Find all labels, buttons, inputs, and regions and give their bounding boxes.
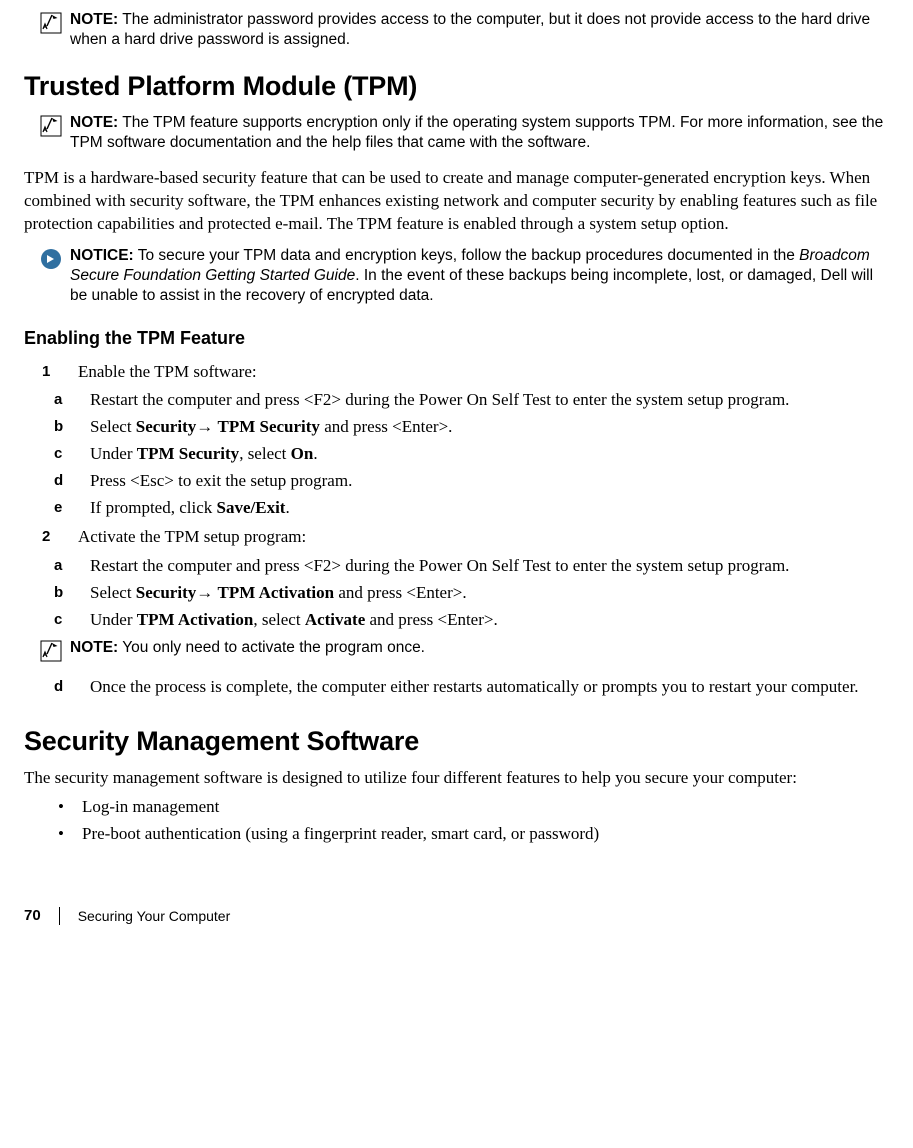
note-label: NOTE: (70, 639, 118, 656)
substep-1c: c Under TPM Security, select On. (54, 443, 889, 466)
sub-body: Select Security→ TPM Security and press … (90, 416, 889, 439)
bullet-item: • Log-in management (58, 796, 889, 819)
sub-marker: e (54, 497, 70, 520)
heading-enabling-tpm: Enabling the TPM Feature (24, 326, 889, 350)
notice-backup: NOTICE: To secure your TPM data and encr… (40, 246, 889, 306)
sub-mid: , select (239, 444, 290, 463)
note-body: The TPM feature supports encryption only… (70, 114, 883, 151)
sub-pre: Under (90, 610, 137, 629)
sub-arrow: → (196, 417, 217, 436)
sub-body: Restart the computer and press <F2> duri… (90, 389, 889, 412)
note-text: NOTE: The administrator password provide… (70, 10, 889, 50)
bullet-item: • Pre-boot authentication (using a finge… (58, 823, 889, 846)
note-body: The administrator password provides acce… (70, 11, 870, 48)
substep-1d: d Press <Esc> to exit the setup program. (54, 470, 889, 493)
sub-marker: d (54, 470, 70, 493)
sub-bold: Security (136, 583, 196, 602)
heading-security-management: Security Management Software (24, 723, 889, 759)
note-admin-password: NOTE: The administrator password provide… (40, 10, 889, 50)
footer-section-title: Securing Your Computer (78, 907, 231, 926)
page-number: 70 (24, 906, 41, 926)
sub-body: Under TPM Security, select On. (90, 443, 889, 466)
bullet-text: Pre-boot authentication (using a fingerp… (82, 823, 889, 846)
sub-marker: c (54, 609, 70, 632)
note-text: NOTE: The TPM feature supports encryptio… (70, 113, 889, 153)
bullet-marker: • (58, 823, 68, 846)
bullet-marker: • (58, 796, 68, 819)
heading-tpm: Trusted Platform Module (TPM) (24, 68, 889, 104)
substep-1b: b Select Security→ TPM Security and pres… (54, 416, 889, 439)
sub-post: . (313, 444, 317, 463)
sub-body: Select Security→ TPM Activation and pres… (90, 582, 889, 605)
notice-icon (40, 248, 62, 270)
sub-bold: TPM Security (137, 444, 239, 463)
bullet-list: • Log-in management • Pre-boot authentic… (58, 796, 889, 846)
document-page: NOTE: The administrator password provide… (24, 0, 889, 966)
paragraph-sms-description: The security management software is desi… (24, 767, 889, 790)
note-body: You only need to activate the program on… (122, 639, 425, 656)
ordered-list: 1 Enable the TPM software: a Restart the… (24, 361, 889, 699)
sub-post: and press <Enter>. (320, 417, 452, 436)
sub-bold: On (291, 444, 314, 463)
step-2-sublist: a Restart the computer and press <F2> du… (24, 555, 889, 632)
notice-label: NOTICE: (70, 247, 134, 264)
substep-2a: a Restart the computer and press <F2> du… (54, 555, 889, 578)
sub-bold: Security (136, 417, 196, 436)
step-body: Activate the TPM setup program: (78, 526, 889, 549)
sub-body: Press <Esc> to exit the setup program. (90, 470, 889, 493)
step-marker: 2 (42, 526, 62, 549)
substep-2d: d Once the process is complete, the comp… (54, 676, 889, 699)
note-label: NOTE: (70, 114, 118, 131)
sub-pre: Select (90, 583, 136, 602)
step-text: Activate the TPM setup program: (78, 527, 306, 546)
sub-marker: a (54, 389, 70, 412)
note-icon (40, 12, 62, 34)
sub-bold: TPM Activation (217, 583, 334, 602)
notice-text: NOTICE: To secure your TPM data and encr… (70, 246, 889, 306)
sub-marker: b (54, 582, 70, 605)
sub-bold: Activate (305, 610, 365, 629)
sub-marker: b (54, 416, 70, 439)
note-icon (40, 640, 62, 662)
step-text: Enable the TPM software: (78, 362, 257, 381)
footer-separator (59, 907, 60, 925)
sub-marker: d (54, 676, 70, 699)
step-2: 2 Activate the TPM setup program: (42, 526, 889, 549)
sub-bold: Save/Exit (217, 498, 286, 517)
sub-post: . (285, 498, 289, 517)
sub-arrow: → (196, 583, 217, 602)
sub-post: and press <Enter>. (365, 610, 497, 629)
note-activate-once: NOTE: You only need to activate the prog… (40, 638, 889, 662)
sub-marker: c (54, 443, 70, 466)
sub-marker: a (54, 555, 70, 578)
bullet-text: Log-in management (82, 796, 889, 819)
sub-post: and press <Enter>. (334, 583, 466, 602)
substep-2c: c Under TPM Activation, select Activate … (54, 609, 889, 632)
step-1: 1 Enable the TPM software: (42, 361, 889, 384)
sub-body: Under TPM Activation, select Activate an… (90, 609, 889, 632)
substep-1e: e If prompted, click Save/Exit. (54, 497, 889, 520)
note-tpm-support: NOTE: The TPM feature supports encryptio… (40, 113, 889, 153)
sub-body: Restart the computer and press <F2> duri… (90, 555, 889, 578)
step-body: Enable the TPM software: (78, 361, 889, 384)
sub-body: If prompted, click Save/Exit. (90, 497, 889, 520)
note-text: NOTE: You only need to activate the prog… (70, 638, 425, 662)
sub-body: Once the process is complete, the comput… (90, 676, 889, 699)
note-icon (40, 115, 62, 137)
sub-mid: , select (253, 610, 304, 629)
step-1-sublist: a Restart the computer and press <F2> du… (24, 389, 889, 520)
sub-pre: Select (90, 417, 136, 436)
step-marker: 1 (42, 361, 62, 384)
sub-bold: TPM Security (217, 417, 319, 436)
step-2-sublist-continued: d Once the process is complete, the comp… (24, 676, 889, 699)
page-footer: 70 Securing Your Computer (24, 906, 889, 926)
substep-1a: a Restart the computer and press <F2> du… (54, 389, 889, 412)
notice-body-pre: To secure your TPM data and encryption k… (138, 247, 799, 264)
note-label: NOTE: (70, 11, 118, 28)
sub-pre: Under (90, 444, 137, 463)
sub-bold: TPM Activation (137, 610, 254, 629)
sub-pre: If prompted, click (90, 498, 217, 517)
substep-2b: b Select Security→ TPM Activation and pr… (54, 582, 889, 605)
paragraph-tpm-description: TPM is a hardware-based security feature… (24, 167, 889, 236)
